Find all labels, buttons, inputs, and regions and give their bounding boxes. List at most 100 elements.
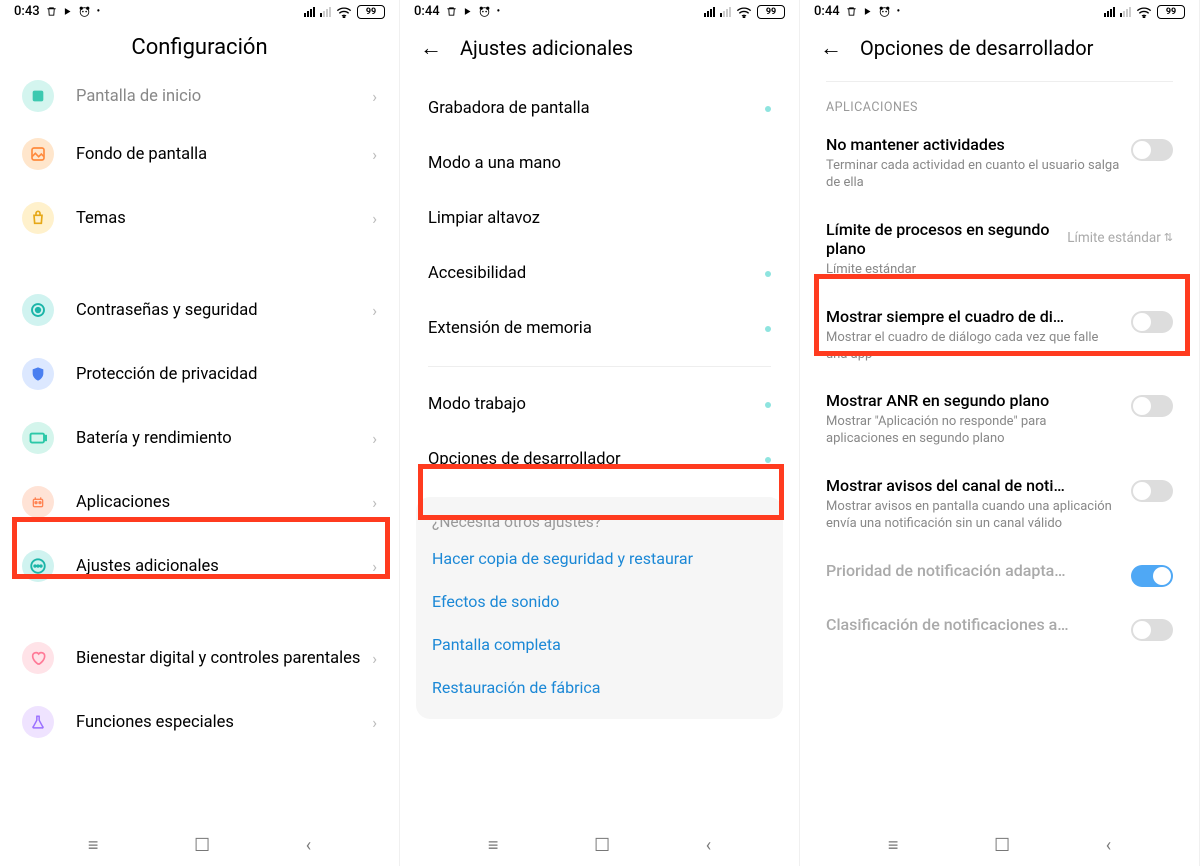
link-fullscreen[interactable]: Pantalla completa <box>432 623 767 666</box>
link-backup[interactable]: Hacer copia de seguridad y restaurar <box>432 537 767 580</box>
panda-icon <box>478 5 491 18</box>
status-time: 0:44 <box>414 4 440 19</box>
toggle-switch[interactable] <box>1131 139 1173 161</box>
recent-icon[interactable]: ≡ <box>88 835 99 856</box>
dev-bg-anr[interactable]: Mostrar ANR en segundo plano Mostrar "Ap… <box>800 377 1199 462</box>
link-factory-reset[interactable]: Restauración de fábrica <box>432 666 767 709</box>
nav-bar: ≡ ☐ ‹ <box>800 821 1199 866</box>
play-icon <box>463 7 472 16</box>
setting-clean-speaker[interactable]: Limpiar altavoz <box>400 191 799 246</box>
panda-icon <box>78 5 91 18</box>
signal-icon <box>704 7 715 17</box>
setting-wellbeing[interactable]: Bienestar digital y controles parentales… <box>0 626 399 690</box>
recent-icon[interactable]: ≡ <box>888 835 899 856</box>
dev-crash-dialog[interactable]: Mostrar siempre el cuadro de di… Mostrar… <box>800 293 1199 378</box>
setting-battery[interactable]: Batería y rendimiento › <box>0 406 399 470</box>
trash-icon <box>446 6 457 17</box>
setting-apps[interactable]: Aplicaciones › <box>0 470 399 534</box>
new-dot-icon <box>765 326 771 332</box>
signal-icon-2 <box>1120 7 1131 17</box>
setting-screen-recorder[interactable]: Grabadora de pantalla <box>400 81 799 136</box>
dev-notif-classification[interactable]: Clasificación de notificaciones a… <box>800 601 1199 655</box>
dev-adaptive-notif-priority[interactable]: Prioridad de notificación adapta… <box>800 547 1199 601</box>
back-icon[interactable]: ‹ <box>306 835 311 856</box>
chevron-updown-icon: ⇅ <box>1164 231 1173 244</box>
setting-additional[interactable]: Ajustes adicionales › <box>0 534 399 598</box>
select-value[interactable]: Límite estándar ⇅ <box>1067 230 1173 246</box>
wifi-icon <box>1136 6 1152 18</box>
suggestions-title: ¿Necesita otros ajustes? <box>432 513 767 531</box>
toggle-switch[interactable] <box>1131 395 1173 417</box>
panda-icon <box>878 5 891 18</box>
dev-bg-process-limit[interactable]: Límite de procesos en segundo plano Lími… <box>800 206 1199 293</box>
settings-list[interactable]: Pantalla de inicio › Fondo de pantalla ›… <box>0 80 399 821</box>
chevron-right-icon: › <box>372 649 377 668</box>
home-icon <box>22 80 54 112</box>
back-arrow-icon[interactable]: ← <box>820 35 842 61</box>
wifi-icon <box>336 6 352 18</box>
chevron-right-icon: › <box>372 713 377 732</box>
setting-home-screen[interactable]: Pantalla de inicio › <box>0 80 399 122</box>
back-arrow-icon[interactable]: ← <box>420 35 442 61</box>
trash-icon <box>846 6 857 17</box>
toggle-switch[interactable] <box>1131 480 1173 502</box>
dot-icon: • <box>97 6 101 17</box>
chevron-right-icon: › <box>372 493 377 512</box>
page-title: Opciones de desarrollador <box>860 36 1093 60</box>
link-sound[interactable]: Efectos de sonido <box>432 580 767 623</box>
chevron-right-icon: › <box>372 301 377 320</box>
toggle-switch[interactable] <box>1131 565 1173 587</box>
page-title: Ajustes adicionales <box>460 36 633 60</box>
status-bar: 0:43 • 99 <box>0 0 399 21</box>
phone-screen-2: 0:44 • 99 ← Ajustes adicionales Grabador… <box>400 0 800 866</box>
section-header-apps: APLICACIONES <box>800 90 1199 121</box>
back-icon[interactable]: ‹ <box>706 835 711 856</box>
new-dot-icon <box>765 106 771 112</box>
setting-security[interactable]: Contraseñas y seguridad › <box>0 278 399 342</box>
setting-developer-options[interactable]: Opciones de desarrollador <box>400 432 799 487</box>
setting-privacy[interactable]: Protección de privacidad <box>0 342 399 406</box>
status-bar: 0:44 • 99 <box>800 0 1199 21</box>
signal-icon <box>304 7 315 17</box>
status-bar: 0:44 • 99 <box>400 0 799 21</box>
chevron-right-icon: › <box>372 145 377 164</box>
status-time: 0:44 <box>814 4 840 19</box>
signal-icon-2 <box>320 7 331 17</box>
chevron-right-icon: › <box>372 429 377 448</box>
toggle-switch[interactable] <box>1131 311 1173 333</box>
developer-options-list[interactable]: APLICACIONES No mantener actividades Ter… <box>800 81 1199 821</box>
nav-bar: ≡ ☐ ‹ <box>0 821 399 866</box>
nav-bar: ≡ ☐ ‹ <box>400 821 799 866</box>
signal-icon-2 <box>720 7 731 17</box>
setting-accessibility[interactable]: Accesibilidad <box>400 246 799 301</box>
bag-icon <box>22 202 54 234</box>
setting-memory-extension[interactable]: Extensión de memoria <box>400 301 799 356</box>
home-icon[interactable]: ☐ <box>594 835 610 856</box>
heart-icon <box>22 642 54 674</box>
phone-screen-3: 0:44 • 99 ← Opciones de desarrollador AP… <box>800 0 1200 866</box>
dev-notif-channel-alerts[interactable]: Mostrar avisos del canal de noti… Mostra… <box>800 462 1199 547</box>
home-icon[interactable]: ☐ <box>994 835 1010 856</box>
home-icon[interactable]: ☐ <box>194 835 210 856</box>
setting-one-hand[interactable]: Modo a una mano <box>400 136 799 191</box>
additional-settings-list[interactable]: Grabadora de pantalla Modo a una mano Li… <box>400 81 799 821</box>
flask-icon <box>22 706 54 738</box>
toggle-switch[interactable] <box>1131 619 1173 641</box>
setting-themes[interactable]: Temas › <box>0 186 399 250</box>
chevron-right-icon: › <box>372 557 377 576</box>
back-icon[interactable]: ‹ <box>1106 835 1111 856</box>
dots-icon <box>22 550 54 582</box>
setting-special[interactable]: Funciones especiales › <box>0 690 399 754</box>
recent-icon[interactable]: ≡ <box>488 835 499 856</box>
divider <box>428 366 771 367</box>
battery-icon <box>22 422 54 454</box>
setting-work-mode[interactable]: Modo trabajo <box>400 377 799 432</box>
dev-keep-activities[interactable]: No mantener actividades Terminar cada ac… <box>800 121 1199 206</box>
setting-wallpaper[interactable]: Fondo de pantalla › <box>0 122 399 186</box>
wifi-icon <box>736 6 752 18</box>
page-header: ← Opciones de desarrollador <box>800 21 1199 81</box>
dot-icon: • <box>497 6 501 17</box>
chevron-right-icon: › <box>372 209 377 228</box>
shield-icon <box>22 358 54 390</box>
page-header: ← Ajustes adicionales <box>400 21 799 81</box>
